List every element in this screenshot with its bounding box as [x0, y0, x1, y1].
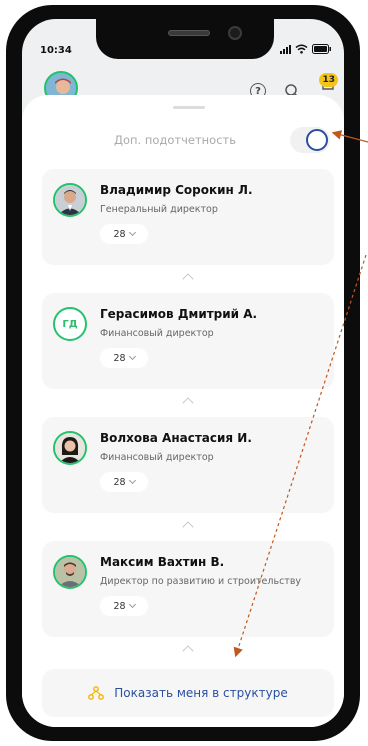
reports-count-dropdown[interactable]: 28: [100, 348, 148, 368]
person-avatar: [53, 431, 87, 465]
chevron-up-icon[interactable]: [182, 645, 194, 657]
extra-accountability-toggle[interactable]: [290, 127, 330, 153]
person-card[interactable]: Максим Вахтин В. Директор по развитию и …: [42, 541, 334, 637]
chevron-down-icon: [128, 352, 136, 361]
reports-count-dropdown[interactable]: 28: [100, 472, 148, 492]
wifi-icon: [295, 44, 308, 54]
reports-count: 28: [113, 600, 126, 612]
chevron-down-icon: [128, 228, 136, 237]
person-role: Финансовый директор: [100, 452, 214, 463]
status-time: 10:34: [40, 45, 72, 56]
person-name: Волхова Анастасия И.: [100, 431, 252, 445]
chevron-up-icon[interactable]: [182, 397, 194, 409]
toggle-label: Доп. подотчетность: [114, 133, 237, 147]
person-card[interactable]: Владимир Сорокин Л. Генеральный директор…: [42, 169, 334, 265]
chevron-down-icon: [128, 600, 136, 609]
notch: [96, 19, 274, 59]
phone-frame: 10:34 ? 13 Доп. подотчетность Владимир С…: [6, 5, 360, 741]
person-role: Финансовый директор: [100, 328, 214, 339]
show-me-label: Показать меня в структуре: [114, 686, 288, 700]
show-me-in-structure-button[interactable]: Показать меня в структуре: [42, 669, 334, 717]
camera: [228, 26, 242, 40]
person-avatar-initials: ГД: [53, 307, 87, 341]
chevron-up-icon[interactable]: [182, 521, 194, 533]
person-role: Генеральный директор: [100, 204, 218, 215]
reports-count: 28: [113, 476, 126, 488]
battery-icon: [312, 44, 331, 54]
person-name: Герасимов Дмитрий А.: [100, 307, 258, 321]
reports-count: 28: [113, 352, 126, 364]
person-role: Директор по развитию и строительству: [100, 576, 302, 587]
person-card[interactable]: ГД Герасимов Дмитрий А. Финансовый дирек…: [42, 293, 334, 389]
reports-count: 28: [113, 228, 126, 240]
notifications-button[interactable]: 13: [318, 73, 338, 95]
person-name: Максим Вахтин В.: [100, 555, 225, 569]
reports-count-dropdown[interactable]: 28: [100, 224, 148, 244]
bottom-sheet: Доп. подотчетность Владимир Сорокин Л. Г…: [22, 95, 344, 727]
status-icons: [280, 44, 332, 54]
chevron-up-icon[interactable]: [182, 273, 194, 285]
signal-icon: [280, 44, 291, 54]
person-card[interactable]: Волхова Анастасия И. Финансовый директор…: [42, 417, 334, 513]
org-structure-icon: [88, 686, 105, 700]
toggle-row: Доп. подотчетность: [22, 127, 344, 153]
toggle-knob: [306, 129, 328, 151]
speaker: [168, 30, 210, 36]
reports-count-dropdown[interactable]: 28: [100, 596, 148, 616]
notification-badge: 13: [319, 73, 338, 87]
person-avatar: [53, 555, 87, 589]
sheet-grabber[interactable]: [173, 106, 205, 109]
screen: 10:34 ? 13 Доп. подотчетность Владимир С…: [22, 19, 344, 727]
chevron-down-icon: [128, 476, 136, 485]
person-name: Владимир Сорокин Л.: [100, 183, 253, 197]
person-avatar: [53, 183, 87, 217]
